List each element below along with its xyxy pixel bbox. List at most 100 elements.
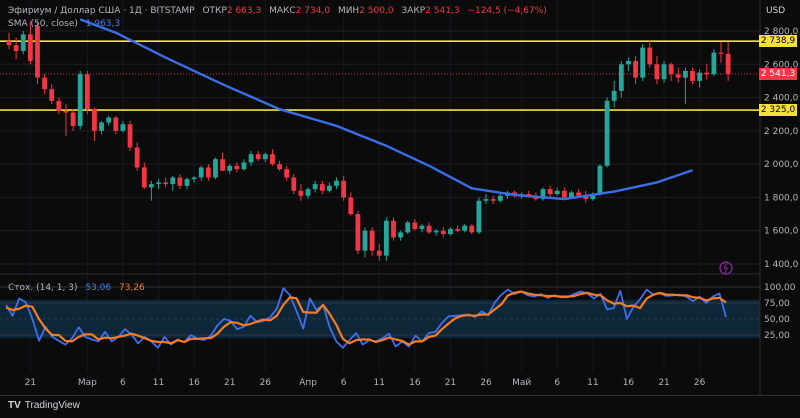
price-tick-label: 2 400,0 [764,94,799,104]
candle-body [191,177,197,180]
candle-body [255,154,261,160]
candle-body [661,64,667,80]
candle-body [149,184,154,188]
close-value: 2 541,3 [425,6,460,16]
candle-body [369,230,375,251]
candle-body [647,47,653,65]
candle-body [490,199,496,201]
price-tick-label: 1 600,0 [764,227,799,237]
candle-body [227,165,233,171]
candle-body [376,250,382,256]
time-tick-label: 11 [374,378,385,388]
candle-body [419,225,425,230]
currency-label[interactable]: USD [766,6,785,16]
candle-body [476,200,482,233]
candle-body [77,74,83,126]
candle-body [576,192,581,196]
candle-body [640,47,646,78]
tradingview-logo-icon: TV [8,400,21,411]
time-tick-label: 11 [587,378,598,388]
candle-body [683,70,688,78]
current-price-tag: 2 541,3 [759,68,797,81]
candle-body [561,190,567,198]
candle-body [49,89,55,101]
candle-body [362,230,368,251]
time-tick-label: 6 [341,378,347,388]
candle-body [305,189,311,196]
time-tick-label: 16 [409,378,421,388]
osc-tick-label: 50,00 [764,315,790,325]
candle-body [198,167,204,178]
candle-body [291,177,297,191]
symbol-title: Эфириум / Доллар США · 1Д · BITSTAMP [8,6,195,16]
candle-body [84,74,90,110]
time-tick-label: Мар [78,378,97,388]
time-tick-label: 6 [554,378,560,388]
candle-body [440,230,446,235]
stoch-k-value: 53,06 [85,283,112,293]
osc-legend[interactable]: Стох. (14, 1, 3) 53,06 73,26 [8,283,150,293]
sma-label: SMA (50, close) [8,19,78,29]
candle-body [13,45,19,51]
candle-body [547,189,553,195]
candle-body [298,190,304,196]
osc-tick-label: 25,00 [764,331,790,341]
candle-body [99,122,104,131]
candle-body [270,154,275,165]
low-label: МИН [337,6,360,16]
candle-body [220,159,225,171]
candle-body [355,214,361,251]
candle-body [63,110,69,113]
candle-body [554,190,560,195]
candle-body [312,184,318,190]
tradingview-logo[interactable]: TV TradingView [8,400,80,411]
sma-value: 1 963,3 [85,19,121,29]
osc-tick-label: 100,00 [764,283,796,293]
candle-body [6,40,12,46]
candle-body [341,180,347,198]
candle-body [597,165,603,195]
sma-legend[interactable]: SMA (50, close) 1 963,3 [8,19,125,29]
brand-name: TradingView [24,400,80,411]
time-tick-label: 21 [658,378,669,388]
candle-body [56,100,62,111]
candle-body [127,124,133,148]
candle-body [405,222,411,233]
time-tick-label: 26 [480,378,492,388]
footer-bar: TV TradingView [0,395,800,418]
price-chart[interactable]: 1 400,0 1 600,0 1 800,0 2 000,0 2 200,0 2 400… [0,0,800,417]
candle-body [383,220,389,256]
time-tick-label: Апр [299,378,317,388]
candle-body [675,74,681,78]
candle-body [348,197,354,215]
candle-body [248,154,254,163]
time-tick-label: 6 [120,378,126,388]
candle-body [92,109,97,131]
candle-body [448,229,453,235]
candle-body [711,52,717,75]
candle-body [469,225,475,233]
symbol-legend[interactable]: Эфириум / Доллар США · 1Д · BITSTAMP ОТК… [8,6,552,16]
time-tick-label: 26 [260,378,272,388]
stoch-d-value: 73,26 [118,283,145,293]
low-value: 2 500,0 [359,6,394,16]
candle-body [654,64,660,80]
candle-body [668,64,674,75]
candle-body [391,220,396,238]
candle-body [262,154,268,160]
close-label: ЗАКР [401,6,426,16]
candle-body [284,169,290,178]
high-label: МАКС [269,6,296,16]
change-value: −124,5 (−4,67%) [467,6,547,16]
candle-body [462,225,468,231]
price-tick-label: 2 000,0 [764,160,799,170]
candle-body [398,232,403,238]
candle-body [611,90,617,101]
osc-tick-label: 75,00 [764,299,790,309]
candle-body [156,182,161,185]
price-tick-label: 1 400,0 [764,260,799,270]
candle-body [718,52,724,54]
open-value: 2 663,3 [226,6,262,16]
time-tick-label: 16 [623,378,635,388]
candle-body [184,179,190,186]
